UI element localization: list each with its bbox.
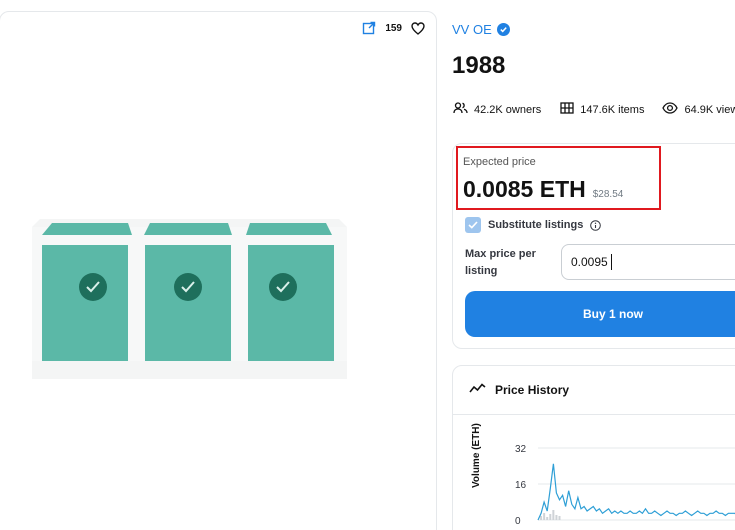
text-caret: [611, 254, 612, 270]
substitute-listings-label: Substitute listings: [488, 219, 584, 231]
people-icon: [453, 102, 468, 117]
volume-bar: [540, 516, 543, 520]
price-history-card: Price History Volume (ETH) 32 16 0: [452, 365, 735, 530]
grid-icon: [560, 102, 574, 117]
items-count: 147.6K items: [580, 103, 645, 116]
stat-owners[interactable]: 42.2K owners: [453, 102, 541, 117]
badge-icon: [79, 273, 107, 301]
stat-views[interactable]: 64.9K view: [662, 102, 735, 117]
collection-link[interactable]: VV OE: [452, 22, 510, 37]
favorite-count: 159: [385, 22, 402, 34]
volume-bar: [546, 517, 549, 520]
price-usd: $28.54: [592, 189, 624, 200]
max-price-input[interactable]: [561, 244, 735, 280]
image-toolbar: 159: [361, 20, 426, 36]
views-count: 64.9K view: [684, 103, 735, 116]
price-eth: 0.0085 ETH: [463, 176, 586, 202]
stat-items[interactable]: 147.6K items: [560, 102, 644, 117]
badge-icon: [174, 273, 202, 301]
collection-name[interactable]: VV OE: [452, 22, 492, 37]
substitute-listings-row: Substitute listings: [465, 217, 602, 233]
nft-image-panel: 159: [0, 11, 437, 530]
volume-bar: [543, 513, 546, 520]
divider: [453, 414, 735, 415]
item-title: 1988: [452, 52, 506, 79]
price-history-chart[interactable]: 32 16 0: [453, 426, 735, 530]
y-tick-label: 16: [515, 480, 527, 491]
volume-bar: [555, 515, 558, 520]
expected-price: 0.0085 ETH $28.54: [463, 176, 623, 203]
verified-badge-icon: [496, 23, 510, 36]
open-external-icon[interactable]: [361, 20, 377, 36]
info-icon[interactable]: [590, 219, 602, 231]
substitute-listings-checkbox[interactable]: [465, 217, 481, 233]
item-details: VV OE 1988 42.2K owners 147.6K items 64.…: [452, 0, 735, 530]
buy-card: Expected price 0.0085 ETH $28.54 Substit…: [452, 143, 735, 349]
expected-price-label: Expected price: [463, 156, 536, 168]
badge-icon: [269, 273, 297, 301]
nft-artwork: [32, 219, 347, 379]
price-history-title: Price History: [495, 382, 570, 397]
price-history-header[interactable]: Price History: [469, 382, 569, 397]
volume-bar: [558, 516, 561, 520]
heart-icon[interactable]: [410, 20, 426, 36]
collection-stats: 42.2K owners 147.6K items 64.9K view: [452, 102, 735, 117]
y-tick-label: 32: [515, 444, 527, 455]
volume-bar: [549, 514, 552, 520]
y-tick-label: 0: [515, 516, 521, 527]
volume-bar: [552, 510, 555, 520]
trend-line-icon: [469, 382, 486, 397]
buy-now-button[interactable]: Buy 1 now: [465, 291, 735, 337]
max-price-label: Max price per listing: [465, 248, 536, 277]
price-line: [537, 463, 735, 521]
owners-count: 42.2K owners: [474, 103, 542, 116]
eye-icon: [662, 102, 679, 117]
